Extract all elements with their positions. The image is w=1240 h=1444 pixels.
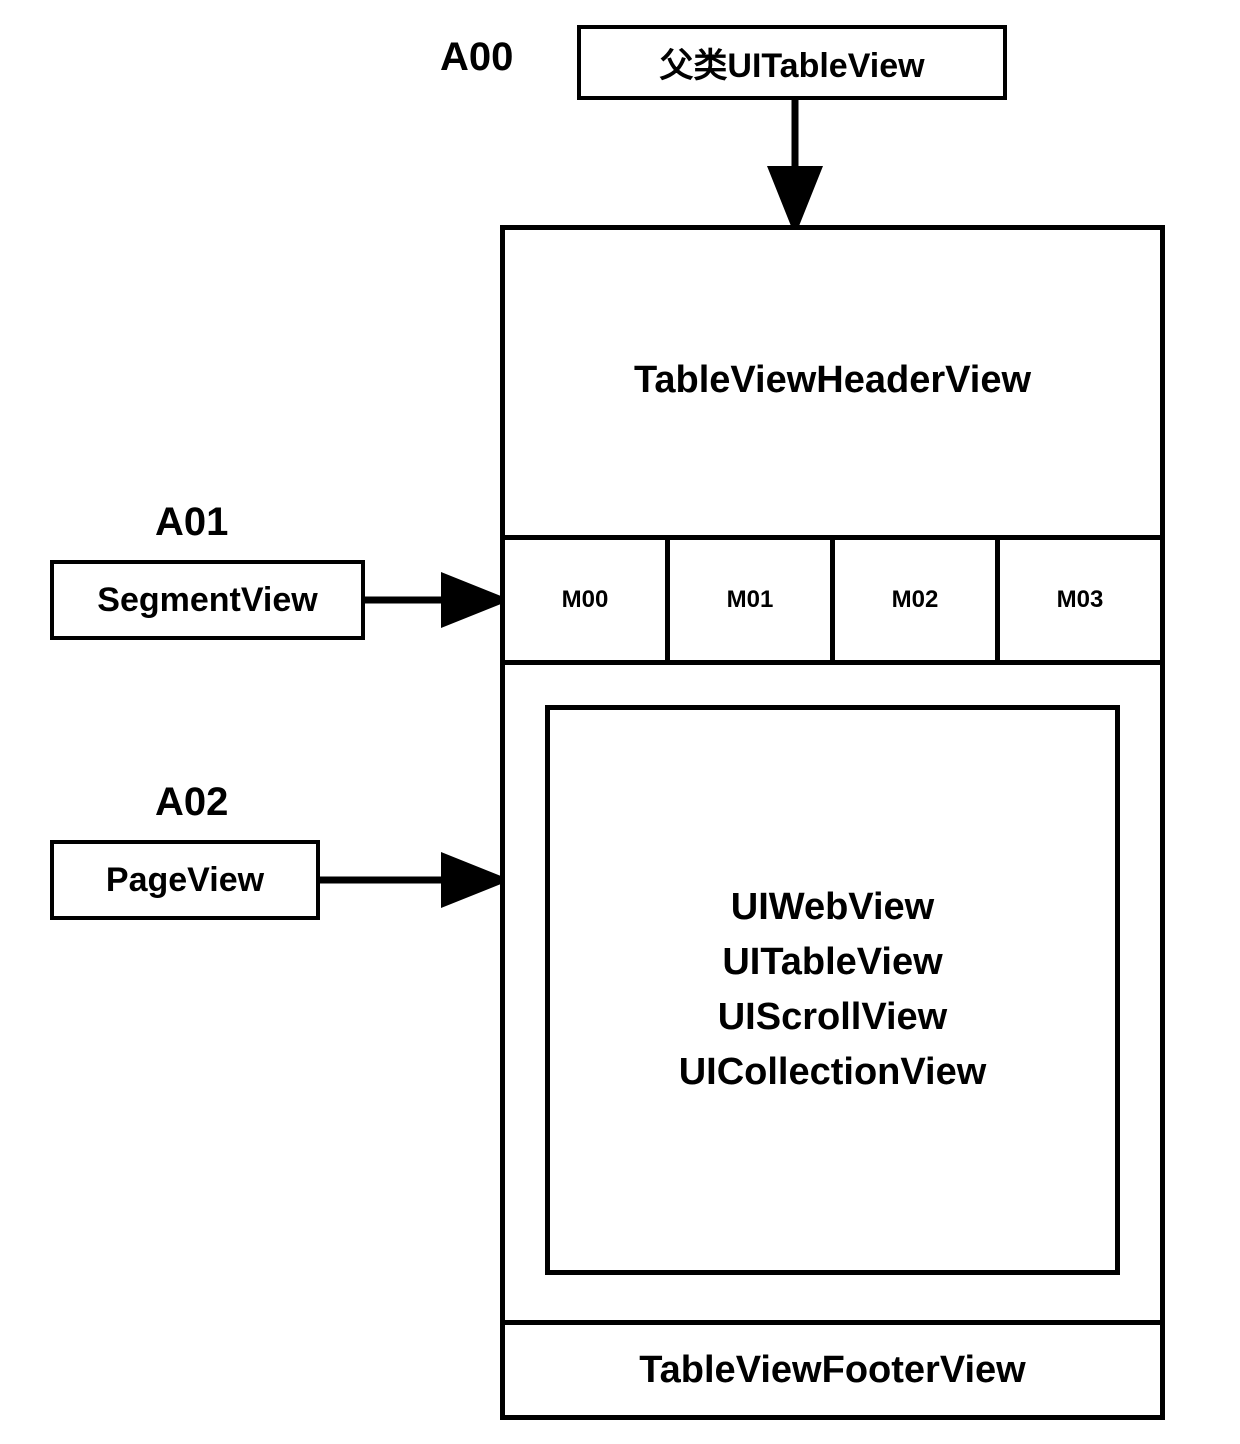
parent-uitableview-box: 父类UITableView [577, 25, 1007, 100]
arrow-page-to-main [320, 865, 505, 895]
page-content-line: UITableView [722, 935, 942, 990]
page-content-box: UIWebView UITableView UIScrollView UICol… [545, 705, 1120, 1275]
segment-cell-label: M01 [727, 586, 774, 614]
page-content-line: UIScrollView [718, 990, 948, 1045]
arrow-segment-to-main [365, 585, 505, 615]
pageview-box: PageView [50, 840, 320, 920]
main-container: TableViewHeaderView M00 M01 M02 M03 UIWe… [500, 225, 1165, 1420]
page-content-line: UICollectionView [679, 1045, 987, 1100]
arrow-parent-to-main [780, 100, 810, 230]
segment-cell-m01: M01 [670, 540, 835, 660]
segment-cell-label: M02 [892, 586, 939, 614]
label-a02: A02 [155, 780, 228, 825]
pageview-text: PageView [106, 861, 264, 900]
label-a01: A01 [155, 500, 228, 545]
page-content-line: UIWebView [731, 880, 934, 935]
segment-cell-m00: M00 [505, 540, 670, 660]
footer-text: TableViewFooterView [639, 1349, 1025, 1392]
parent-uitableview-text: 父类UITableView [659, 38, 924, 87]
segment-cell-label: M00 [562, 586, 609, 614]
tableview-footer-view: TableViewFooterView [505, 1320, 1160, 1415]
segment-cell-m03: M03 [1000, 540, 1160, 660]
segment-cell-label: M03 [1057, 586, 1104, 614]
segmentview-text: SegmentView [97, 581, 317, 620]
segment-row: M00 M01 M02 M03 [505, 535, 1160, 665]
header-text: TableViewHeaderView [634, 359, 1031, 402]
label-a00: A00 [440, 35, 513, 80]
segmentview-box: SegmentView [50, 560, 365, 640]
segment-cell-m02: M02 [835, 540, 1000, 660]
tableview-header-view: TableViewHeaderView [505, 230, 1160, 530]
